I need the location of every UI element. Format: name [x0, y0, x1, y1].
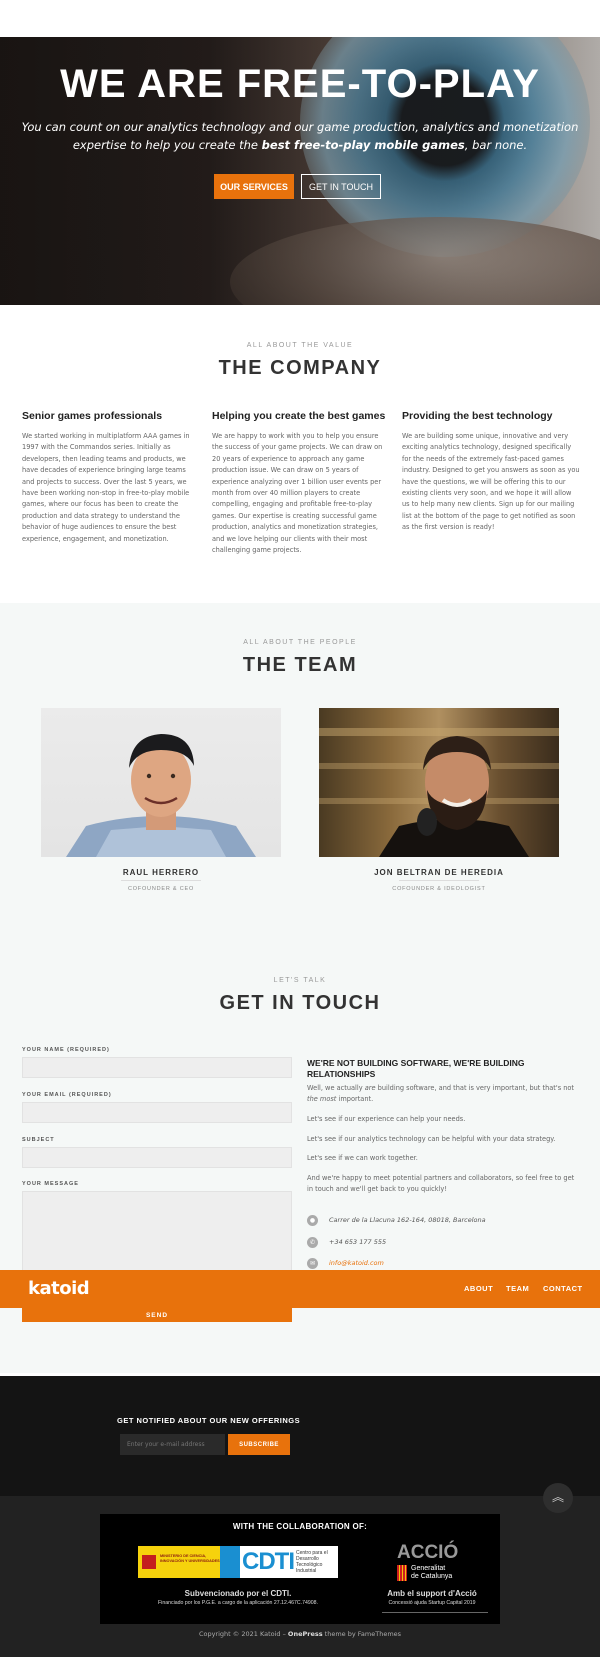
onepress-link[interactable]: OnePress: [288, 1630, 323, 1638]
member-photo: [319, 708, 559, 857]
name-field[interactable]: [22, 1057, 292, 1078]
newsletter-email-input[interactable]: [120, 1434, 225, 1455]
back-to-top-button[interactable]: ︽: [543, 1483, 573, 1513]
spain-crest-icon: [142, 1555, 156, 1569]
cdti-arrow-icon: [220, 1546, 240, 1578]
column-text: We are building some unique, innovative …: [402, 432, 580, 532]
contact-paragraph: Let's see if we can work together.: [307, 1154, 418, 1162]
email-link[interactable]: info@katoid.com: [329, 1259, 384, 1267]
column-title: Providing the best technology: [402, 410, 553, 422]
company-column: Senior games professionals We started wo…: [22, 410, 200, 545]
map-pin-icon: ●: [307, 1215, 318, 1226]
mail-icon: ✉: [307, 1258, 318, 1269]
contact-heading: WE'RE NOT BUILDING SOFTWARE, WE'RE BUILD…: [307, 1058, 525, 1079]
collaboration-title: WITH THE COLLABORATION OF:: [232, 1522, 368, 1531]
message-label: YOUR MESSAGE: [22, 1181, 79, 1187]
nav-contact[interactable]: CONTACT: [543, 1284, 583, 1293]
team-title: THE TEAM: [242, 654, 358, 676]
catalonia-flag-icon: [397, 1565, 407, 1581]
column-title: Senior games professionals: [22, 410, 163, 422]
contact-paragraph: Let's see if our analytics technology ca…: [307, 1135, 556, 1143]
contact-title: GET IN TOUCH: [219, 992, 381, 1014]
email-label: YOUR EMAIL (REQUIRED): [22, 1092, 112, 1098]
contact-paragraph: And we're happy to meet potential partne…: [307, 1174, 575, 1193]
subscribe-button[interactable]: SUBSCRIBE: [228, 1434, 290, 1455]
contact-paragraph: Well, we actually are building software,…: [307, 1084, 575, 1103]
name-label: YOUR NAME (REQUIRED): [22, 1047, 110, 1053]
column-text: We are happy to work with you to help yo…: [212, 432, 383, 555]
hero-subtitle: You can count on our analytics technolog…: [21, 120, 579, 152]
member-role: COFOUNDER & CEO: [127, 886, 195, 892]
subject-label: SUBJECT: [22, 1137, 55, 1143]
contact-paragraph: Let's see if our experience can help you…: [307, 1115, 466, 1123]
subject-field[interactable]: [22, 1147, 292, 1168]
chevron-up-icon: ︽: [551, 1490, 564, 1504]
hero-title: WE ARE FREE-TO-PLAY: [60, 62, 540, 106]
newsletter-section: [0, 1376, 600, 1496]
column-text: We started working in multiplatform AAA …: [22, 432, 190, 543]
send-button[interactable]: SEND: [22, 1308, 292, 1322]
phone-icon: ✆: [307, 1237, 318, 1248]
site-header: katoid ABOUT TEAM CONTACT: [0, 1270, 600, 1308]
address-text: Carrer de la Llacuna 162-164, 08018, Bar…: [329, 1216, 486, 1224]
contact-kicker: LET'S TALK: [273, 977, 327, 984]
get-in-touch-button[interactable]: GET IN TOUCH: [301, 174, 381, 199]
nav-team[interactable]: TEAM: [506, 1284, 529, 1293]
company-title: THE COMPANY: [218, 357, 382, 379]
cdti-logo: MINISTERIO DE CIENCIA, INNOVACIÓN Y UNIV…: [138, 1546, 338, 1578]
company-kicker: ALL ABOUT THE VALUE: [246, 342, 354, 349]
member-name: JON BELTRAN DE HEREDIA: [374, 868, 504, 877]
copyright: Copyright © 2021 Katoid – OnePress theme…: [198, 1630, 402, 1638]
column-title: Helping you create the best games: [212, 410, 386, 422]
phone-text: +34 653 177 555: [329, 1238, 387, 1246]
team-kicker: ALL ABOUT THE PEOPLE: [243, 639, 357, 646]
nav-about[interactable]: ABOUT: [464, 1284, 493, 1293]
email-field[interactable]: [22, 1102, 292, 1123]
katoid-logo[interactable]: katoid: [28, 1278, 90, 1299]
member-role: COFOUNDER & IDEOLOGIST: [392, 886, 486, 892]
company-column: Providing the best technology We are bui…: [402, 410, 580, 534]
message-field[interactable]: [22, 1191, 292, 1281]
member-name: RAUL HERRERO: [122, 868, 200, 877]
member-photo: [41, 708, 281, 857]
our-services-button[interactable]: OUR SERVICES: [214, 174, 294, 199]
company-column: Helping you create the best games We are…: [212, 410, 390, 556]
accio-logo: ACCIÓ Generalitat de Catalunya: [397, 1542, 459, 1581]
newsletter-title: GET NOTIFIED ABOUT OUR NEW OFFERINGS: [117, 1416, 301, 1425]
